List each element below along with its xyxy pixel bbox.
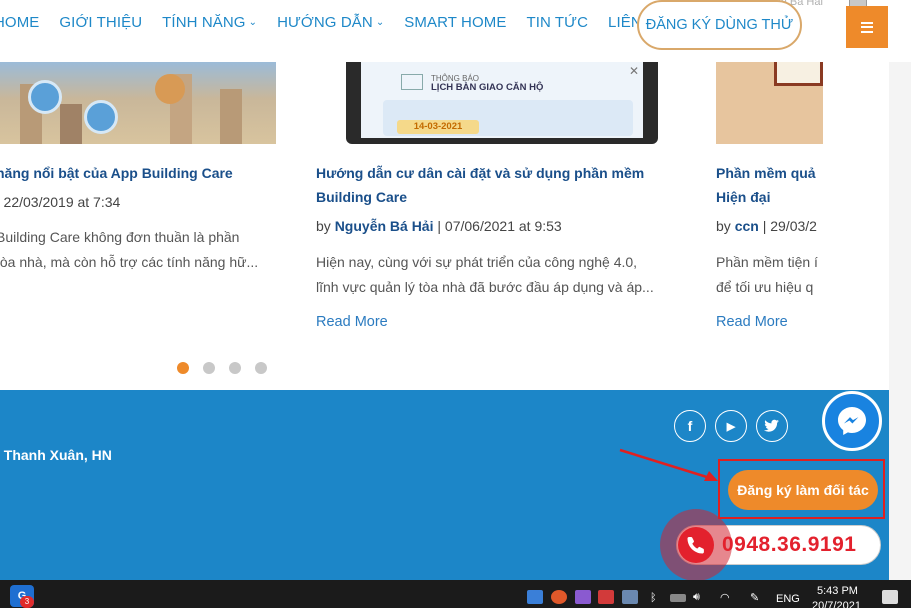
nav-menu: HOME GIỚI THIỆU TÍNH NĂNG⌄ HƯỚNG DẪN⌄ SM… [0,14,687,31]
menu-button[interactable] [846,6,888,48]
nav-item-about[interactable]: GIỚI THIỆU [59,14,142,31]
title-line: Building Care [316,189,408,205]
title-line: Phần mềm quả [716,165,816,181]
handover-date: 14-03-2021 [397,120,479,134]
title-line: Hiện đại [716,189,771,205]
notification-center-icon[interactable] [882,590,898,604]
app-badge: 3 [20,596,34,608]
hamburger-icon [861,21,873,33]
card-date: 07/06/2021 at 9:53 [444,218,562,234]
read-more-link[interactable]: Read More [716,314,788,330]
page: Howdy, Nguyễn Bá Hải HOME GIỚI THIỆU TÍN… [0,0,911,608]
messenger-icon[interactable] [822,391,882,451]
card-image-guide[interactable]: THÔNG BÁO LỊCH BÀN GIAO CĂN HỘ ✕ 14-03-2… [346,62,658,144]
messenger-glyph [838,407,866,435]
card-meta: by ccn | 29/03/2 [716,218,817,234]
excerpt-line: Building Care không đơn thuần là phần [0,229,240,245]
phone-screen: THÔNG BÁO LỊCH BÀN GIAO CĂN HỘ ✕ 14-03-2… [361,62,643,138]
card-title[interactable]: Hướng dẫn cư dân cài đặt và sử dụng phần… [316,161,644,209]
footer-address: , Thanh Xuân, HN [0,447,112,463]
envelope-icon [401,74,423,90]
card-image-software[interactable] [716,62,823,144]
phone-glyph [687,537,704,554]
phone-icon[interactable] [678,527,714,563]
annotation-arrow [619,448,718,481]
card-title[interactable]: năng nổi bật của App Building Care [0,161,233,185]
chevron-down-icon: ⌄ [375,17,385,28]
twitter-bird-shape [764,419,779,432]
chevron-down-icon: ⌄ [248,17,258,28]
nav-item-guides[interactable]: HƯỚNG DẪN ⌄ [277,14,384,31]
excerpt-line: tòa nhà, mà còn hỗ trợ các tính năng hữ.… [0,254,259,270]
by-label: by [316,218,331,234]
tray-app-icon[interactable] [527,590,543,604]
hotline-number[interactable]: 0948.36.9191 [722,533,856,557]
page-scrollbar[interactable] [889,62,911,580]
tray-chrome-icon[interactable] [551,590,567,604]
carousel-dot[interactable] [177,362,189,374]
card-excerpt: Building Care không đơn thuần là phần tò… [0,225,258,275]
excerpt-line: lĩnh vực quản lý tòa nhà đã bước đầu áp … [316,279,654,295]
card-meta: | 22/03/2019 at 7:34 [0,194,121,210]
tray-vivaldi-icon[interactable] [598,590,614,604]
nav-item-label: HƯỚNG DẪN [277,14,373,31]
excerpt-line: Hiện nay, cùng với sự phát triển của côn… [316,254,638,270]
nav-item-home[interactable]: HOME [0,14,39,31]
carousel-dot[interactable] [255,362,267,374]
hand-icon [155,74,185,104]
taskbar [0,580,911,608]
card-date: 29/03/2 [770,218,817,234]
faucet-icon [28,80,62,114]
battery-icon[interactable] [670,594,686,602]
picture-frame [774,62,823,86]
author-link[interactable]: ccn [735,218,759,234]
pen-icon[interactable]: ✎ [750,591,759,604]
nav-item-label: TIN TỨC [526,14,589,31]
twitter-icon[interactable] [756,410,788,442]
tray-feather-icon[interactable] [575,590,591,604]
card-excerpt: Phần mềm tiện í để tối ưu hiệu q [716,250,818,300]
volume-icon[interactable]: 🔊︎ [693,591,700,604]
carousel-dot[interactable] [229,362,241,374]
nav-item-smart-home[interactable]: SMART HOME [404,14,506,31]
bluetooth-icon[interactable]: ᛒ [650,592,657,604]
wifi-icon[interactable]: ◠ [720,591,730,604]
top-navbar: Howdy, Nguyễn Bá Hải HOME GIỚI THIỆU TÍN… [0,0,911,62]
nav-item-label: GIỚI THIỆU [59,14,143,31]
youtube-icon[interactable]: ▶ [715,410,747,442]
notice-title: LỊCH BÀN GIAO CĂN HỘ [431,82,544,93]
partner-signup-button[interactable]: Đăng ký làm đối tác [728,470,878,510]
excerpt-line: Phần mềm tiện í [716,254,818,270]
carousel-dots [177,362,281,374]
language-indicator[interactable]: ENG [776,593,800,605]
close-icon: ✕ [629,64,640,78]
card-date: 22/03/2019 at 7:34 [3,194,121,210]
tray-storage-icon[interactable] [622,590,638,604]
nav-item-label: TÍNH NĂNG [162,14,246,31]
facebook-icon[interactable]: f [674,410,706,442]
nav-item-label: HOME [0,14,40,31]
trial-signup-button[interactable]: ĐĂNG KÝ DÙNG THỬ [637,0,802,50]
thermometer-icon [84,100,118,134]
card-excerpt: Hiện nay, cùng với sự phát triển của côn… [316,250,654,300]
excerpt-line: để tối ưu hiệu q [716,279,814,295]
overflow-mask [823,62,889,362]
nav-item-label: SMART HOME [404,14,507,31]
title-line: Hướng dẫn cư dân cài đặt và sử dụng phần… [316,165,645,181]
by-label: by [716,218,731,234]
card-image-features[interactable] [0,62,276,144]
author-link[interactable]: Nguyễn Bá Hải [335,218,434,234]
clock-date[interactable]: 20/7/2021 [812,600,861,608]
card-title[interactable]: Phần mềm quả Hiện đại [716,161,816,209]
nav-item-features[interactable]: TÍNH NĂNG ⌄ [162,14,257,31]
clock-time[interactable]: 5:43 PM [817,585,858,597]
carousel-dot[interactable] [203,362,215,374]
read-more-link[interactable]: Read More [316,314,388,330]
nav-item-news[interactable]: TIN TỨC [526,14,588,31]
card-meta: by Nguyễn Bá Hải | 07/06/2021 at 9:53 [316,218,562,234]
